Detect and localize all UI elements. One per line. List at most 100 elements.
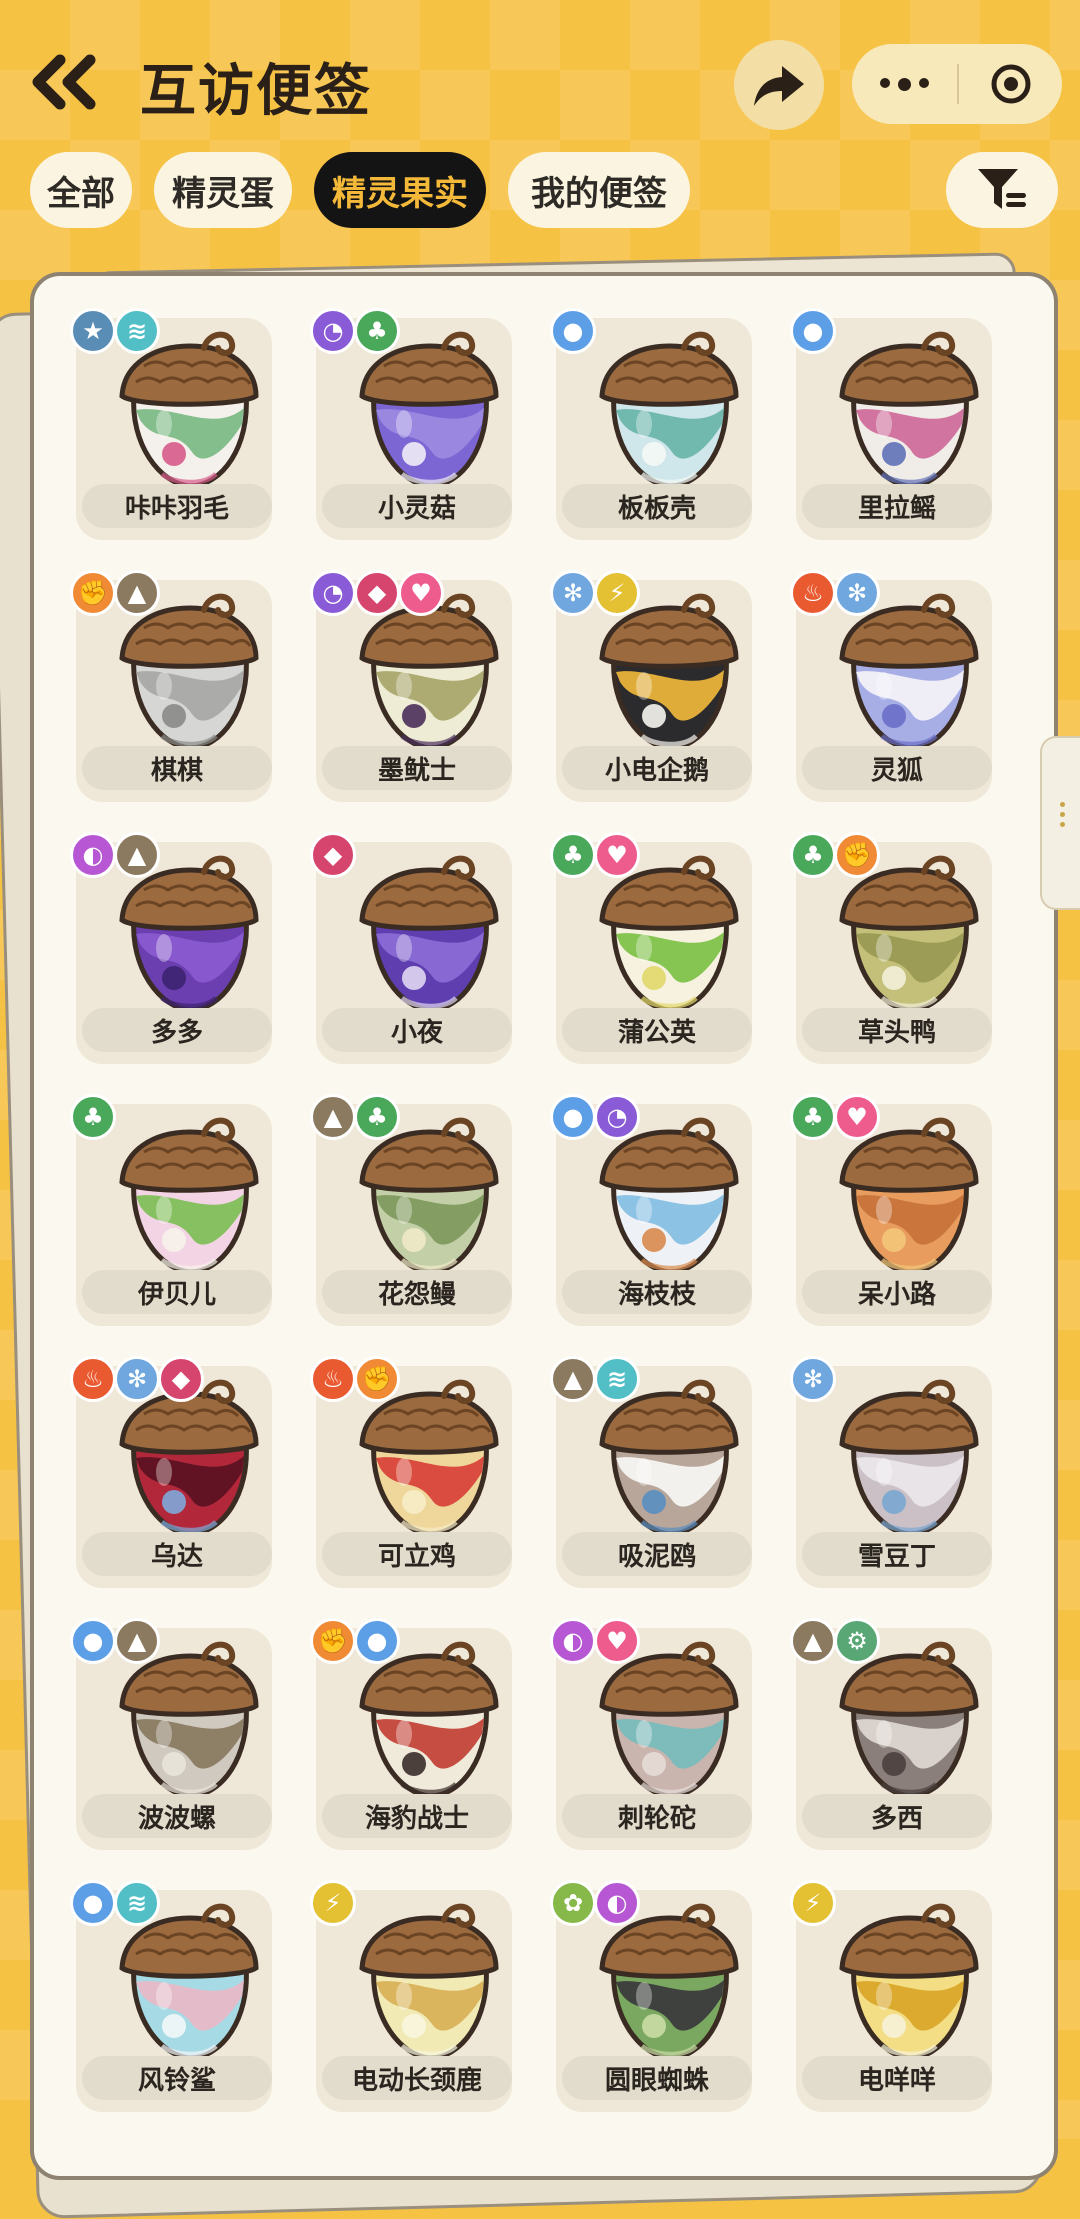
fruit-card[interactable]: ✻ 雪豆丁	[790, 1356, 992, 1588]
fighting-type-icon: ✊	[834, 832, 880, 878]
element-badges: ● ▲	[70, 1618, 160, 1664]
fruit-card[interactable]: ⚡ 电动长颈鹿	[310, 1880, 512, 2112]
element-badges: ♣	[70, 1094, 116, 1140]
tab-spirit-fruit[interactable]: 精灵果实	[314, 152, 486, 228]
spirit-fruit-acorn-icon	[359, 855, 499, 1013]
ghost-type-icon: ◔	[310, 308, 356, 354]
fruit-card[interactable]: ♣ 伊贝儿	[70, 1094, 272, 1326]
grass-type-icon: ♣	[354, 308, 400, 354]
tab-spirit-egg[interactable]: 精灵蛋	[154, 152, 292, 228]
page-title: 互访便签	[140, 59, 372, 124]
fruit-card[interactable]: ♨ ✻ 灵狐	[790, 570, 992, 802]
fruit-card[interactable]: ◔ ◆ ♥ 墨鱿士	[310, 570, 512, 802]
fruit-card[interactable]: ● ≋ 风铃鲨	[70, 1880, 272, 2112]
earth-type-icon: ▲	[114, 832, 160, 878]
magic-type-icon: ◐	[594, 1880, 640, 1926]
side-drawer-handle[interactable]	[1040, 736, 1080, 910]
water-type-icon: ●	[790, 308, 836, 354]
fruit-card[interactable]: ◆ 小夜	[310, 832, 512, 1064]
cute-type-icon: ♥	[594, 1618, 640, 1664]
mini-program-capsule	[852, 44, 1062, 124]
element-badges: ✊ ●	[310, 1618, 400, 1664]
fruit-card[interactable]: ◐ ▲ 多多	[70, 832, 272, 1064]
fruit-name: 吸泥鸥	[562, 1532, 752, 1576]
fruit-name: 灵狐	[802, 746, 992, 790]
fighting-type-icon: ✊	[354, 1356, 400, 1402]
fruit-card[interactable]: ♣ ✊ 草头鸭	[790, 832, 992, 1064]
fruit-card[interactable]: ★ ≋ 咔咔羽毛	[70, 308, 272, 540]
fruit-card[interactable]: ▲ ≋ 吸泥鸥	[550, 1356, 752, 1588]
demon-type-icon: ◆	[158, 1356, 204, 1402]
fruit-card[interactable]: ● ▲ 波波螺	[70, 1618, 272, 1850]
element-badges: ♨ ✻	[790, 570, 880, 616]
fruit-card[interactable]: ♣ ♥ 呆小路	[790, 1094, 992, 1326]
target-circle-icon	[991, 64, 1030, 104]
tab-my-notes[interactable]: 我的便签	[508, 152, 690, 228]
cute-type-icon: ♥	[834, 1094, 880, 1140]
earth-type-icon: ▲	[114, 1618, 160, 1664]
element-badges: ▲ ≋	[550, 1356, 640, 1402]
spirit-fruit-acorn-icon	[839, 331, 979, 489]
element-badges: ✊ ▲	[70, 570, 160, 616]
electric-type-icon: ⚡	[594, 570, 640, 616]
fruit-card[interactable]: ⚡ 电咩咩	[790, 1880, 992, 2112]
fruit-name: 小电企鹅	[562, 746, 752, 790]
back-button[interactable]	[30, 52, 100, 112]
share-arrow-icon	[754, 66, 804, 106]
element-badges: ♨ ✻ ◆	[70, 1356, 204, 1402]
element-badges: ✻ ⚡	[550, 570, 640, 616]
fruit-name: 波波螺	[82, 1794, 272, 1838]
fruit-name: 圆眼蜘蛛	[562, 2056, 752, 2100]
fruit-card[interactable]: ◐ ♥ 刺轮砣	[550, 1618, 752, 1850]
fruit-card[interactable]: ✿ ◐ 圆眼蜘蛛	[550, 1880, 752, 2112]
normal-type-icon: ★	[70, 308, 116, 354]
fruit-card[interactable]: ✊ ● 海豹战士	[310, 1618, 512, 1850]
element-badges: ▲ ♣	[310, 1094, 400, 1140]
wind-type-icon: ≋	[114, 1880, 160, 1926]
fruit-name: 蒲公英	[562, 1008, 752, 1052]
fruit-card[interactable]: ▲ ♣ 花怨鳗	[310, 1094, 512, 1326]
electric-type-icon: ⚡	[310, 1880, 356, 1926]
fruit-name: 墨鱿士	[322, 746, 512, 790]
close-mini-program-button[interactable]	[959, 44, 1062, 124]
fruit-name: 多西	[802, 1794, 992, 1838]
fruit-card[interactable]: ✊ ▲ 棋棋	[70, 570, 272, 802]
ice-type-icon: ✻	[550, 570, 596, 616]
fruit-name: 多多	[82, 1008, 272, 1052]
fruit-card[interactable]: ♨ ✻ ◆ 乌达	[70, 1356, 272, 1588]
fruit-name: 里拉鳐	[802, 484, 992, 528]
fruit-card[interactable]: ♨ ✊ 可立鸡	[310, 1356, 512, 1588]
fire-type-icon: ♨	[310, 1356, 356, 1402]
double-chevron-left-icon	[32, 54, 96, 110]
element-badges: ●	[790, 308, 836, 354]
element-badges: ⚡	[790, 1880, 836, 1926]
ice-type-icon: ✻	[834, 570, 880, 616]
fruit-name: 草头鸭	[802, 1008, 992, 1052]
machine-type-icon: ⚙	[834, 1618, 880, 1664]
filter-button[interactable]	[946, 152, 1058, 228]
fruit-card[interactable]: ✻ ⚡ 小电企鹅	[550, 570, 752, 802]
element-badges: ● ≋	[70, 1880, 160, 1926]
spirit-fruit-acorn-icon	[119, 1117, 259, 1275]
grass-type-icon: ♣	[354, 1094, 400, 1140]
more-dots-icon	[876, 77, 933, 91]
earth-type-icon: ▲	[310, 1094, 356, 1140]
fruit-card[interactable]: ◔ ♣ 小灵菇	[310, 308, 512, 540]
fruit-card[interactable]: ▲ ⚙ 多西	[790, 1618, 992, 1850]
water-type-icon: ●	[550, 308, 596, 354]
fruit-card[interactable]: ● ◔ 海枝枝	[550, 1094, 752, 1326]
fruit-name: 花怨鳗	[322, 1270, 512, 1314]
water-type-icon: ●	[354, 1618, 400, 1664]
fruit-card[interactable]: ● 板板壳	[550, 308, 752, 540]
fruit-card[interactable]: ♣ ♥ 蒲公英	[550, 832, 752, 1064]
fruit-name: 乌达	[82, 1532, 272, 1576]
fruit-card[interactable]: ● 里拉鳐	[790, 308, 992, 540]
fighting-type-icon: ✊	[310, 1618, 356, 1664]
share-button[interactable]	[734, 40, 824, 130]
element-badges: ◆	[310, 832, 356, 878]
grass-type-icon: ♣	[550, 832, 596, 878]
element-badges: ●	[550, 308, 596, 354]
tab-all[interactable]: 全部	[30, 152, 132, 228]
more-button[interactable]	[852, 44, 957, 124]
grass-type-icon: ♣	[70, 1094, 116, 1140]
